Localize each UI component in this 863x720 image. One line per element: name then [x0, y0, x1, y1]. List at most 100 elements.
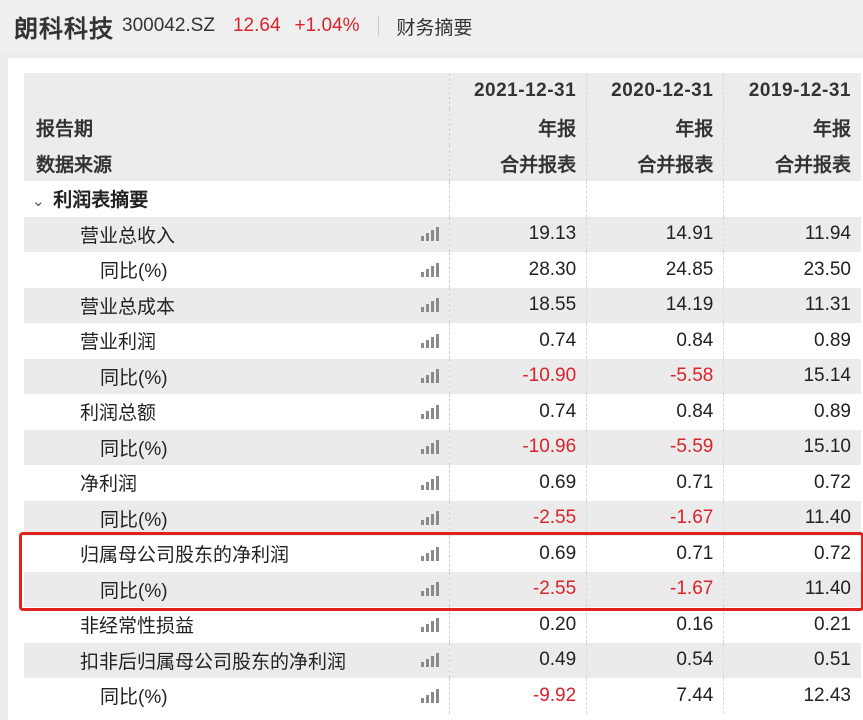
- header-empty-cell: [24, 73, 451, 109]
- table-row[interactable]: 同比(%) -9.92 7.44 12.43: [24, 678, 861, 714]
- bar-chart-icon[interactable]: [421, 369, 440, 384]
- table-cell: 0.89: [723, 323, 861, 359]
- table-row[interactable]: 营业总成本 18.55 14.19 11.31: [24, 287, 861, 323]
- row-label: 同比(%): [100, 509, 168, 531]
- stock-code: 300042.SZ: [122, 15, 215, 36]
- row-label-cell: 同比(%): [24, 678, 451, 714]
- row-label: 营业总收入: [80, 225, 176, 247]
- section-empty-cell: [586, 181, 725, 217]
- table-cell: 11.31: [723, 287, 861, 323]
- chevron-down-icon[interactable]: ⌄: [32, 192, 48, 210]
- row-label: 同比(%): [100, 261, 168, 283]
- table-row[interactable]: 同比(%) -2.55 -1.67 11.40: [24, 571, 861, 607]
- bar-chart-icon[interactable]: [421, 227, 440, 242]
- table-cell: 24.85: [586, 252, 725, 288]
- period-label: 报告期: [24, 109, 451, 145]
- row-label: 同比(%): [100, 580, 168, 602]
- source-label: 数据来源: [24, 145, 451, 181]
- table-cell: 19.13: [449, 216, 588, 252]
- row-label: 归属母公司股东的净利润: [80, 545, 290, 567]
- financial-summary-tab[interactable]: 财务摘要: [397, 13, 473, 40]
- financial-summary-panel: 2021-12-31 2020-12-31 2019-12-31 报告期 年报 …: [8, 58, 863, 720]
- row-label: 净利润: [80, 474, 138, 496]
- table-row[interactable]: 同比(%) 28.30 24.85 23.50: [24, 252, 861, 288]
- table-row[interactable]: 同比(%) -2.55 -1.67 11.40: [24, 500, 861, 536]
- table-cell: 14.19: [586, 287, 725, 323]
- header-row-dates: 2021-12-31 2020-12-31 2019-12-31: [24, 73, 861, 109]
- table-cell: 0.71: [586, 465, 725, 501]
- bar-chart-icon[interactable]: [421, 404, 440, 419]
- column-date[interactable]: 2019-12-31: [723, 73, 861, 109]
- column-date[interactable]: 2020-12-31: [586, 73, 725, 109]
- bar-chart-icon[interactable]: [421, 582, 440, 597]
- row-label-cell: 营业总收入: [24, 216, 451, 252]
- section-title-cell[interactable]: ⌄ 利润表摘要: [24, 181, 451, 217]
- column-report-type: 年报: [723, 109, 861, 145]
- table-row[interactable]: 营业总收入 19.13 14.91 11.94: [24, 216, 861, 252]
- table-cell: 0.51: [723, 642, 861, 678]
- header-row-source: 数据来源 合并报表 合并报表 合并报表: [24, 145, 861, 181]
- bar-chart-icon[interactable]: [421, 262, 440, 277]
- table-cell: 0.71: [586, 536, 725, 572]
- bar-chart-icon[interactable]: [421, 475, 440, 490]
- table-cell: 0.16: [586, 607, 725, 643]
- table-cell: 0.74: [449, 394, 588, 430]
- table-cell: 18.55: [449, 287, 588, 323]
- table-row[interactable]: 同比(%) -10.96 -5.59 15.10: [24, 429, 861, 465]
- row-label-cell: 营业利润: [24, 323, 451, 359]
- table-cell: 0.54: [586, 642, 725, 678]
- table-cell: -2.55: [449, 571, 588, 607]
- row-label-cell: 同比(%): [24, 252, 451, 288]
- table-cell: -5.59: [586, 429, 725, 465]
- table-row[interactable]: 净利润 0.69 0.71 0.72: [24, 465, 861, 501]
- row-label-cell: 扣非后归属母公司股东的净利润: [24, 642, 451, 678]
- table-cell: 15.10: [723, 429, 861, 465]
- table-cell: 0.49: [449, 642, 588, 678]
- table-cell: -2.55: [449, 500, 588, 536]
- table-cell: 0.84: [586, 323, 725, 359]
- stock-change: +1.04%: [294, 15, 360, 36]
- column-report-type: 年报: [586, 109, 725, 145]
- table-cell: 0.74: [449, 323, 588, 359]
- row-label-cell: 净利润: [24, 465, 451, 501]
- table-row[interactable]: 同比(%) -10.90 -5.58 15.14: [24, 358, 861, 394]
- bar-chart-icon[interactable]: [421, 546, 440, 561]
- row-label-cell: 同比(%): [24, 358, 451, 394]
- table-row[interactable]: 非经常性损益 0.20 0.16 0.21: [24, 607, 861, 643]
- table-cell: -10.90: [449, 358, 588, 394]
- table-cell: 0.69: [449, 465, 588, 501]
- table-row[interactable]: 扣非后归属母公司股东的净利润 0.49 0.54 0.51: [24, 642, 861, 678]
- row-label: 营业利润: [80, 332, 157, 354]
- stock-name: 朗科科技: [14, 15, 114, 43]
- row-label-cell: 同比(%): [24, 500, 451, 536]
- table-cell: 14.91: [586, 216, 725, 252]
- row-label: 非经常性损益: [80, 616, 195, 638]
- table-row[interactable]: 营业利润 0.74 0.84 0.89: [24, 323, 861, 359]
- row-label-cell: 营业总成本: [24, 287, 451, 323]
- row-label-cell: 归属母公司股东的净利润: [24, 536, 451, 572]
- table-cell: 12.43: [723, 678, 861, 714]
- section-title: 利润表摘要: [53, 190, 149, 212]
- bar-chart-icon[interactable]: [421, 298, 440, 313]
- table-cell: 0.72: [723, 465, 861, 501]
- bar-chart-icon[interactable]: [421, 688, 440, 703]
- bar-chart-icon[interactable]: [421, 617, 440, 632]
- table-cell: 15.14: [723, 358, 861, 394]
- row-label: 营业总成本: [80, 296, 176, 318]
- table-row[interactable]: 利润总额 0.74 0.84 0.89: [24, 394, 861, 430]
- table-cell: 0.69: [449, 536, 588, 572]
- table-cell: 0.89: [723, 394, 861, 430]
- bar-chart-icon[interactable]: [421, 511, 440, 526]
- bar-chart-icon[interactable]: [421, 653, 440, 668]
- table-row[interactable]: 归属母公司股东的净利润 0.69 0.71 0.72: [24, 536, 861, 572]
- bar-chart-icon[interactable]: [421, 440, 440, 455]
- table-cell: 0.72: [723, 536, 861, 572]
- column-date[interactable]: 2021-12-31: [449, 73, 588, 109]
- table-cell: 11.94: [723, 216, 861, 252]
- table-cell: 0.20: [449, 607, 588, 643]
- header-row-period: 报告期 年报 年报 年报: [24, 109, 861, 145]
- bar-chart-icon[interactable]: [421, 333, 440, 348]
- section-header-income-statement[interactable]: ⌄ 利润表摘要: [24, 181, 861, 217]
- stock-price: 12.64: [232, 15, 281, 36]
- table-cell: 7.44: [586, 678, 725, 714]
